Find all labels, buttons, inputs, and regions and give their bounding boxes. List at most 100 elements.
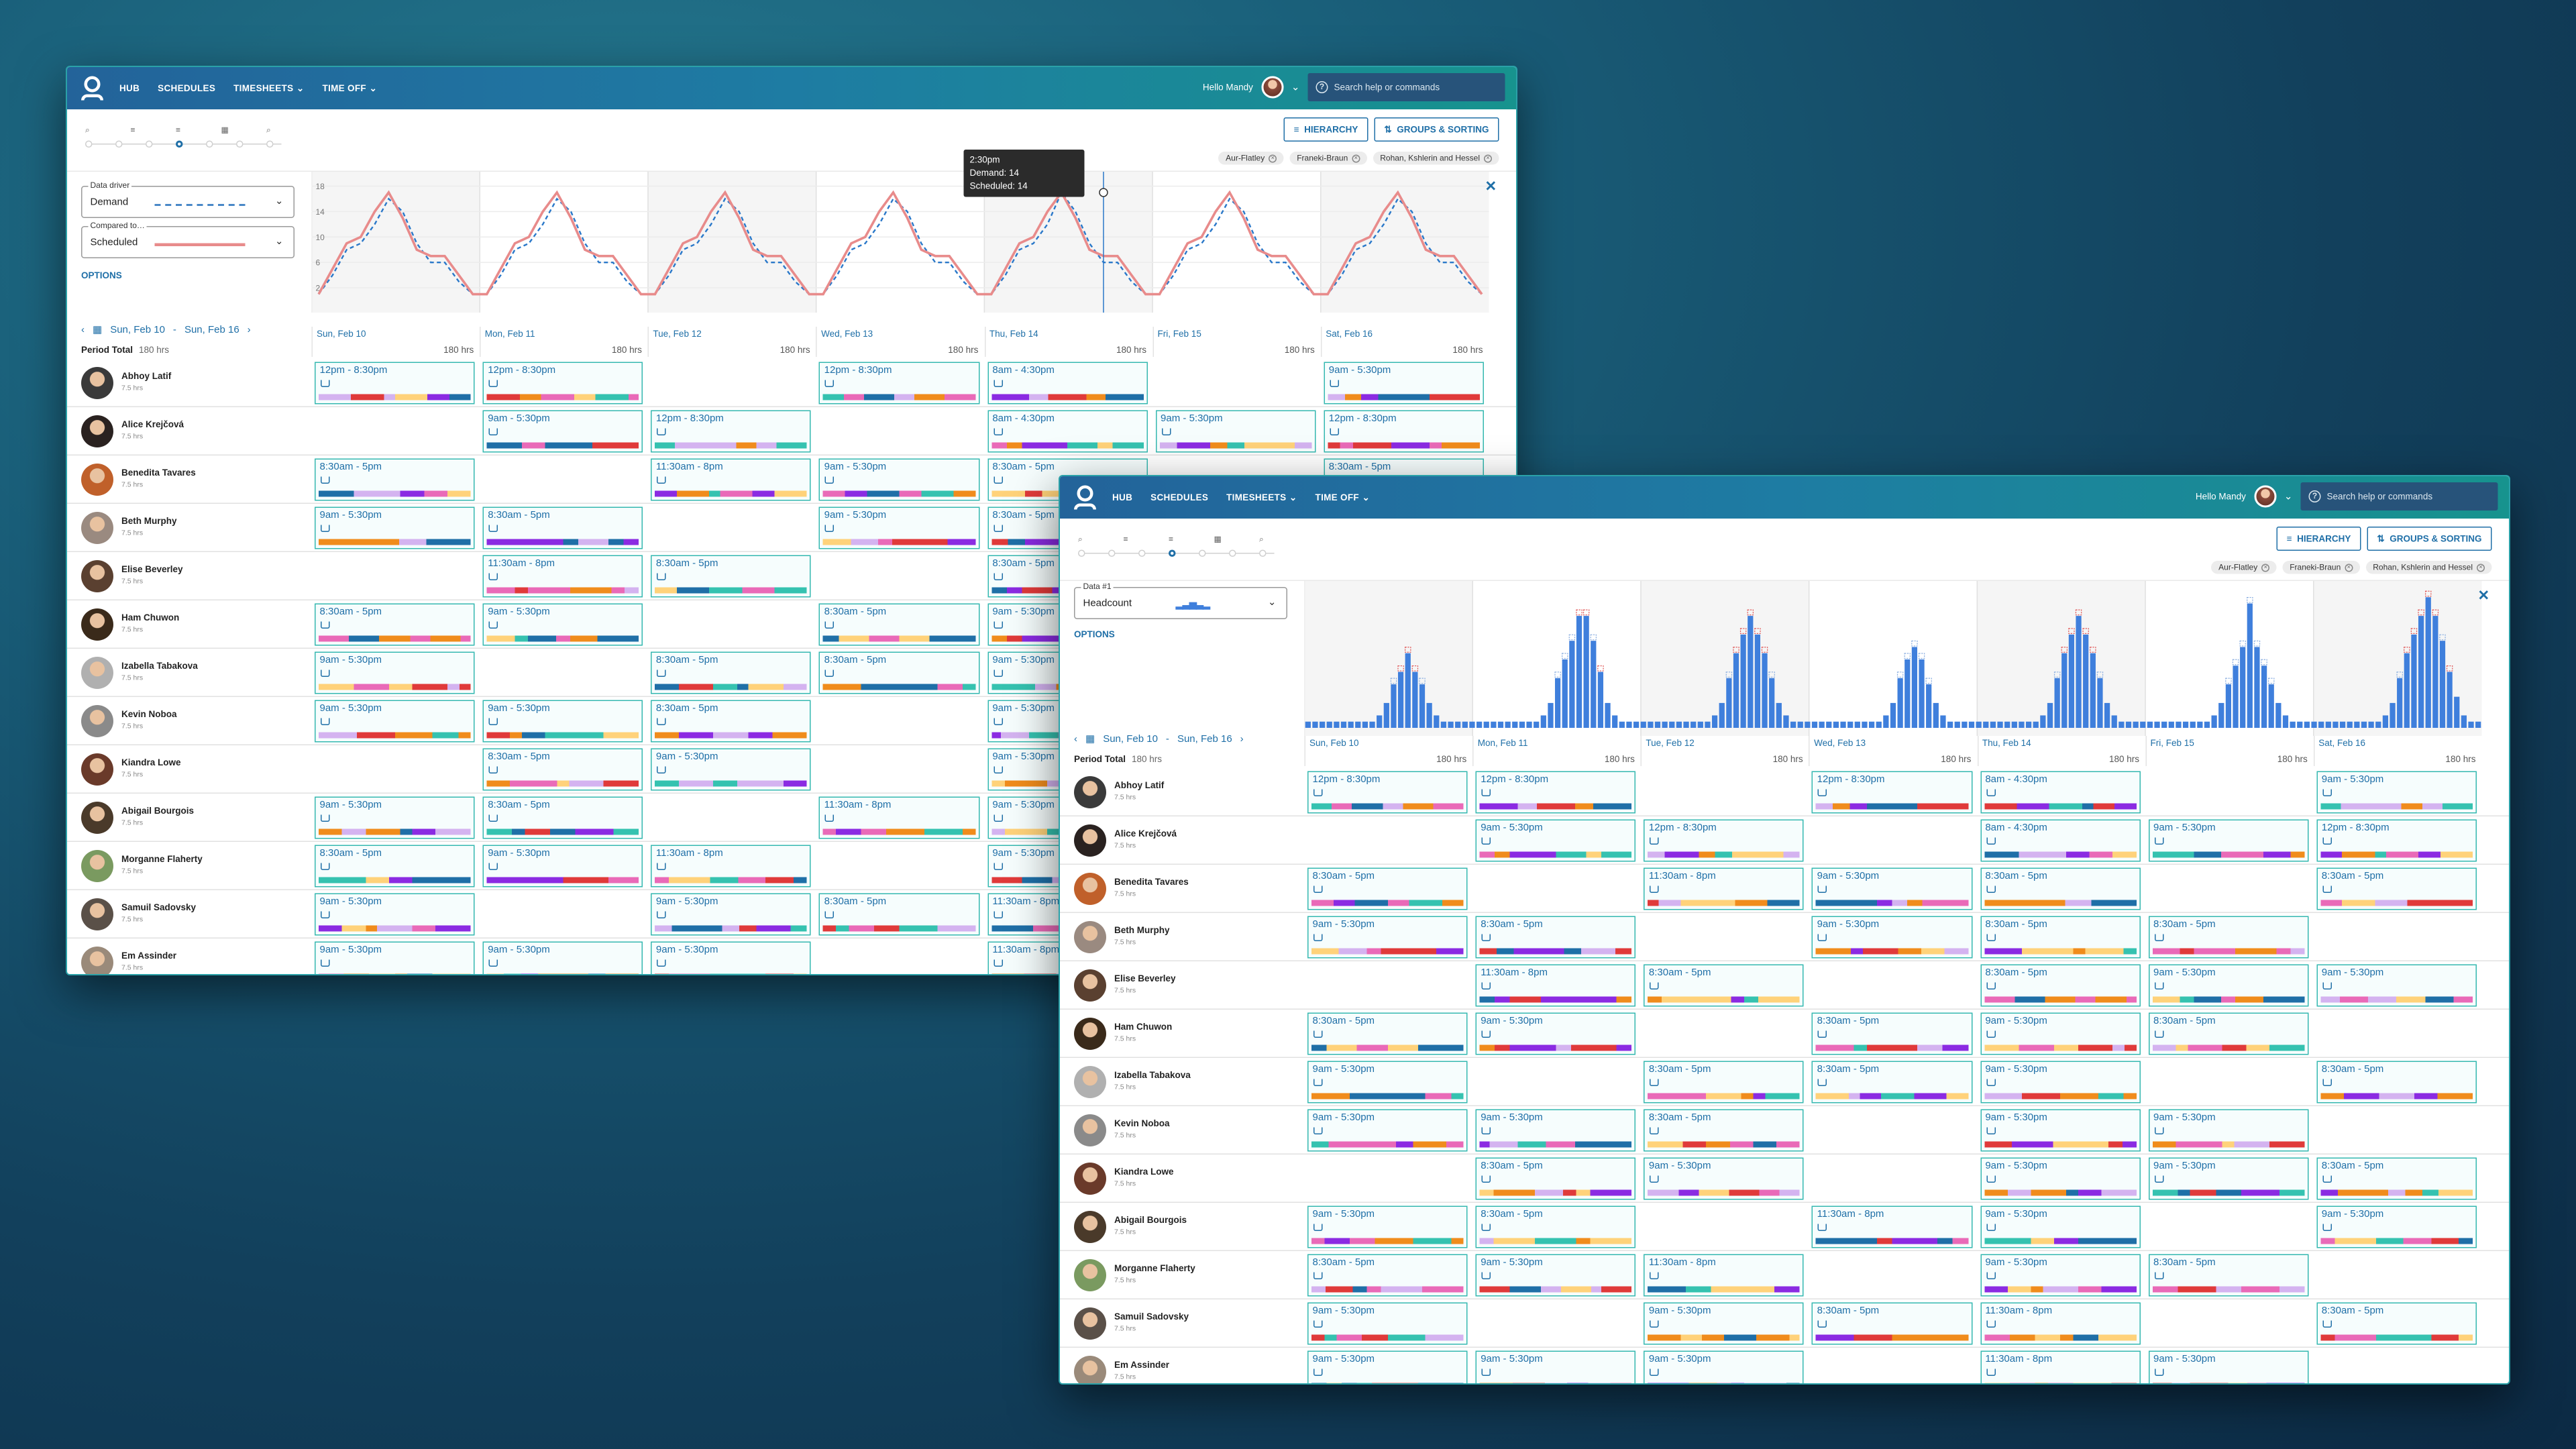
close-icon[interactable]: ×: [1269, 154, 1277, 162]
employee-cell[interactable]: Morganne Flaherty 7.5 hrs: [1074, 1259, 1305, 1293]
employee-cell[interactable]: Kevin Noboa 7.5 hrs: [81, 705, 313, 739]
nav-hub[interactable]: HUB: [119, 83, 140, 93]
zoom-out-icon[interactable]: ⌕: [85, 125, 90, 136]
employee-cell[interactable]: Beth Murphy 7.5 hrs: [81, 512, 313, 546]
shift-block[interactable]: 8:30am - 5pm: [1812, 1302, 1972, 1345]
filter-chip[interactable]: Aur-Flatley ×: [2211, 561, 2277, 574]
day-name[interactable]: Mon, Feb 11: [485, 329, 535, 339]
day-name[interactable]: Wed, Feb 13: [1814, 738, 1866, 748]
shift-block[interactable]: 8:30am - 5pm: [2316, 867, 2477, 910]
app-logo-icon[interactable]: [1072, 484, 1098, 511]
chevron-down-icon[interactable]: ⌄: [1291, 82, 1300, 93]
shift-block[interactable]: 12pm - 8:30pm: [315, 362, 475, 405]
shift-block[interactable]: 8:30am - 5pm: [1475, 1205, 1636, 1248]
day-name[interactable]: Tue, Feb 12: [1646, 738, 1694, 748]
shift-block[interactable]: 9am - 5:30pm: [1307, 1109, 1468, 1152]
close-icon[interactable]: ×: [1484, 154, 1492, 162]
shift-block[interactable]: 8:30am - 5pm: [482, 506, 643, 549]
shift-block[interactable]: 8am - 4:30pm: [1980, 771, 2141, 814]
zoom-step[interactable]: [266, 140, 274, 148]
shift-block[interactable]: 8:30am - 5pm: [1644, 1109, 1805, 1152]
shift-block[interactable]: 11:30am - 8pm: [1812, 1205, 1972, 1248]
next-week-icon[interactable]: ›: [1240, 734, 1244, 745]
shift-block[interactable]: 8:30am - 5pm: [1980, 964, 2141, 1007]
shift-block[interactable]: 11:30am - 8pm: [1644, 1254, 1805, 1297]
search-box[interactable]: ? Search help or commands: [1307, 73, 1505, 101]
shift-block[interactable]: 9am - 5:30pm: [1980, 1157, 2141, 1200]
shift-block[interactable]: 9am - 5:30pm: [1980, 1109, 2141, 1152]
employee-cell[interactable]: Em Assinder 7.5 hrs: [1074, 1356, 1305, 1383]
shift-block[interactable]: 8:30am - 5pm: [2148, 1254, 2309, 1297]
shift-block[interactable]: 9am - 5:30pm: [1307, 916, 1468, 959]
calendar-icon[interactable]: ▦: [1085, 734, 1095, 745]
employee-cell[interactable]: Kiandra Lowe 7.5 hrs: [1074, 1163, 1305, 1197]
shift-block[interactable]: 11:30am - 8pm: [1980, 1350, 2141, 1383]
zoom-step[interactable]: [1078, 549, 1085, 557]
app-logo-icon[interactable]: [79, 75, 105, 101]
shift-block[interactable]: 8:30am - 5pm: [1644, 964, 1805, 1007]
day-name[interactable]: Tue, Feb 12: [653, 329, 701, 339]
shift-block[interactable]: 9am - 5:30pm: [1475, 819, 1636, 862]
shift-block[interactable]: 11:30am - 8pm: [482, 555, 643, 598]
nav-time-off[interactable]: TIME OFF ⌄: [1316, 492, 1371, 503]
demand-vs-scheduled-chart[interactable]: 26101418: [311, 172, 1489, 313]
range-end[interactable]: Sun, Feb 16: [184, 325, 239, 336]
employee-cell[interactable]: Abhoy Latif 7.5 hrs: [1074, 776, 1305, 810]
employee-cell[interactable]: Kiandra Lowe 7.5 hrs: [81, 753, 313, 788]
zoom-slider[interactable]: ⌕ ≡ ≡ ▦ ⌕: [85, 125, 282, 158]
day-name[interactable]: Mon, Feb 11: [1478, 738, 1528, 748]
grid-view-icon[interactable]: ▦: [1214, 535, 1222, 544]
shift-block[interactable]: 11:30am - 8pm: [651, 458, 812, 501]
shift-block[interactable]: 9am - 5:30pm: [2148, 819, 2309, 862]
employee-cell[interactable]: Elise Beverley 7.5 hrs: [81, 560, 313, 594]
hierarchy-button[interactable]: ≡ HIERARCHY: [2276, 527, 2361, 551]
shift-block[interactable]: 9am - 5:30pm: [1644, 1350, 1805, 1383]
day-name[interactable]: Fri, Feb 15: [1158, 329, 1201, 339]
day-name[interactable]: Thu, Feb 14: [1982, 738, 2031, 748]
shift-block[interactable]: 11:30am - 8pm: [1980, 1302, 2141, 1345]
shift-block[interactable]: 8:30am - 5pm: [1812, 1012, 1972, 1055]
shift-block[interactable]: 8:30am - 5pm: [2316, 1061, 2477, 1104]
shift-block[interactable]: 9am - 5:30pm: [315, 893, 475, 936]
shift-block[interactable]: 12pm - 8:30pm: [1324, 410, 1484, 453]
employee-cell[interactable]: Samuil Sadovsky 7.5 hrs: [1074, 1307, 1305, 1342]
shift-block[interactable]: 8:30am - 5pm: [1980, 867, 2141, 910]
shift-block[interactable]: 12pm - 8:30pm: [2316, 819, 2477, 862]
employee-cell[interactable]: Ham Chuwon 7.5 hrs: [1074, 1018, 1305, 1052]
zoom-step[interactable]: [206, 140, 213, 148]
day-name[interactable]: Fri, Feb 15: [2151, 738, 2194, 748]
data-driver-select[interactable]: Data driver Demand ⌄: [81, 180, 294, 218]
shift-block[interactable]: 12pm - 8:30pm: [1644, 819, 1805, 862]
options-link[interactable]: OPTIONS: [81, 270, 122, 280]
shift-block[interactable]: 9am - 5:30pm: [1980, 1254, 2141, 1297]
shift-block[interactable]: 9am - 5:30pm: [315, 941, 475, 974]
employee-cell[interactable]: Alice Krejčová 7.5 hrs: [1074, 824, 1305, 859]
filter-chip[interactable]: Aur-Flatley ×: [1218, 152, 1284, 165]
prev-week-icon[interactable]: ‹: [81, 325, 85, 336]
close-icon[interactable]: ×: [2477, 563, 2485, 572]
shift-block[interactable]: 9am - 5:30pm: [1324, 362, 1484, 405]
shift-block[interactable]: 9am - 5:30pm: [1155, 410, 1316, 453]
shift-block[interactable]: 8:30am - 5pm: [1475, 916, 1636, 959]
shift-block[interactable]: 8:30am - 5pm: [2148, 916, 2309, 959]
close-icon[interactable]: ×: [2345, 563, 2353, 572]
shift-block[interactable]: 8:30am - 5pm: [1475, 1157, 1636, 1200]
day-name[interactable]: Thu, Feb 14: [989, 329, 1038, 339]
compact-view-icon[interactable]: ≡: [1124, 535, 1128, 544]
employee-cell[interactable]: Morganne Flaherty 7.5 hrs: [81, 850, 313, 884]
shift-block[interactable]: 9am - 5:30pm: [315, 700, 475, 743]
user-avatar[interactable]: [1260, 76, 1283, 99]
zoom-step[interactable]: [176, 140, 183, 148]
shift-block[interactable]: 9am - 5:30pm: [1475, 1109, 1636, 1152]
normal-view-icon[interactable]: ≡: [176, 125, 180, 135]
range-start[interactable]: Sun, Feb 10: [1103, 734, 1158, 745]
shift-block[interactable]: 8:30am - 5pm: [819, 893, 979, 936]
hover-point[interactable]: [1099, 188, 1108, 197]
normal-view-icon[interactable]: ≡: [1169, 535, 1173, 544]
shift-block[interactable]: 9am - 5:30pm: [1475, 1254, 1636, 1297]
calendar-icon[interactable]: ▦: [93, 325, 102, 336]
shift-block[interactable]: 9am - 5:30pm: [482, 410, 643, 453]
zoom-in-icon[interactable]: ⌕: [1259, 535, 1264, 545]
shift-block[interactable]: 8:30am - 5pm: [482, 796, 643, 839]
shift-block[interactable]: 9am - 5:30pm: [1475, 1350, 1636, 1383]
